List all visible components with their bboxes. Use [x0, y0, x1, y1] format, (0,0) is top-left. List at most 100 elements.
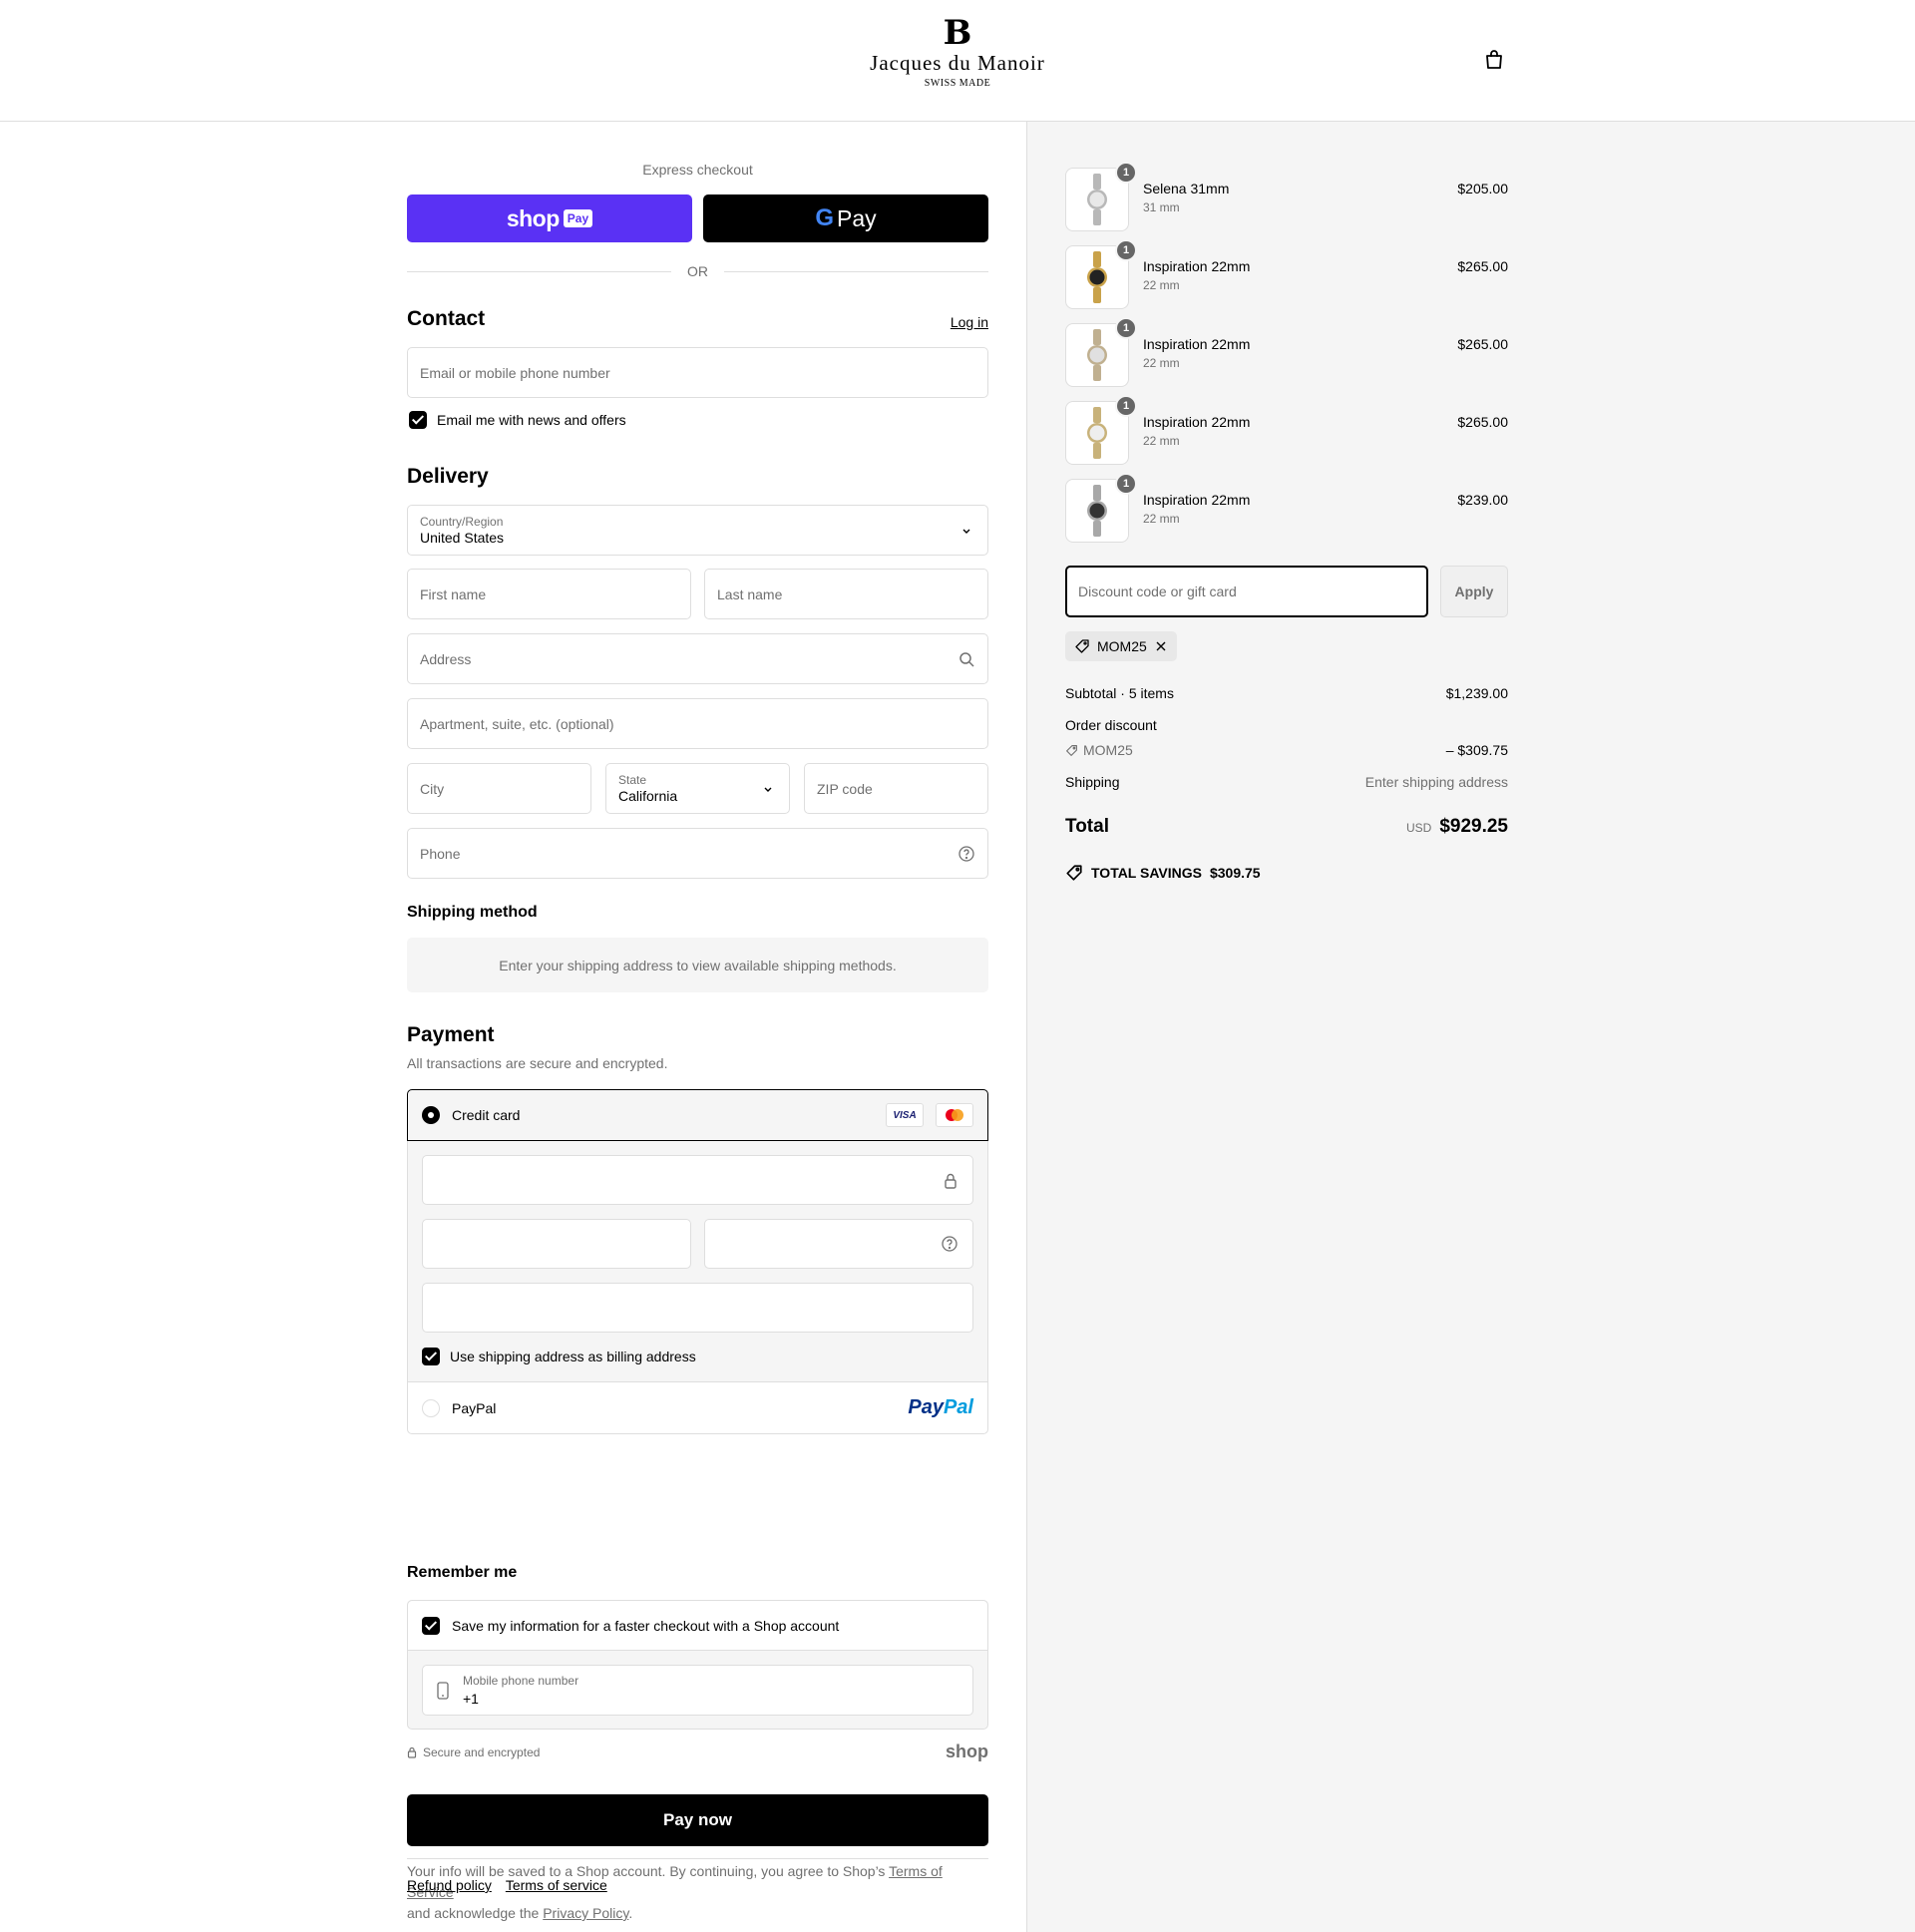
product-name: Inspiration 22mm — [1143, 336, 1251, 352]
paypal-label: PayPal — [452, 1399, 497, 1416]
remember-me-heading: Remember me — [407, 1564, 518, 1581]
watch-icon — [1087, 485, 1107, 537]
product-variant: 22 mm — [1143, 512, 1180, 526]
payment-methods: Credit card VISA Use shipping address as… — [407, 1089, 988, 1434]
google-pay-button[interactable]: G Pay — [703, 194, 988, 242]
watch-icon — [1087, 329, 1107, 381]
footer-divider — [407, 1858, 988, 1859]
country-label: Country/Region — [420, 514, 504, 529]
card-number-field[interactable] — [422, 1155, 973, 1205]
state-label: State — [618, 772, 647, 787]
payment-heading: Payment — [407, 1023, 495, 1046]
close-icon[interactable] — [1154, 639, 1168, 653]
total-label: Total — [1065, 816, 1109, 837]
country-select[interactable]: Country/Region United States — [407, 505, 988, 556]
security-code-field[interactable] — [704, 1219, 973, 1269]
payment-subtitle: All transactions are secure and encrypte… — [407, 1055, 668, 1071]
secure-label: Secure and encrypted — [423, 1745, 541, 1759]
savings-value: $309.75 — [1209, 865, 1261, 881]
apply-discount-button[interactable]: Apply — [1440, 566, 1508, 617]
name-on-card-field[interactable] — [422, 1283, 973, 1333]
login-link[interactable]: Log in — [951, 314, 988, 330]
paypal-option[interactable]: PayPal PayPal — [408, 1382, 987, 1433]
mobile-phone-label: Mobile phone number — [463, 1674, 579, 1688]
credit-card-option[interactable]: Credit card VISA — [407, 1089, 988, 1141]
shopping-bag-icon — [1486, 50, 1502, 69]
paypal-logo-pay: Pay — [908, 1396, 944, 1418]
subtotal-row: Subtotal · 5 items $1,239.00 — [1065, 685, 1508, 701]
apartment-placeholder: Apartment, suite, etc. (optional) — [420, 715, 614, 732]
product-price: $265.00 — [1457, 258, 1508, 274]
express-checkout-label: Express checkout — [642, 162, 753, 178]
order-discount-row: Order discount — [1065, 717, 1508, 733]
shop-pay-button[interactable]: shop Pay — [407, 194, 692, 242]
mobile-phone-field[interactable]: Mobile phone number +1 — [422, 1665, 973, 1716]
product-name: Inspiration 22mm — [1143, 414, 1251, 430]
save-info-option[interactable]: Save my information for a faster checkou… — [408, 1601, 987, 1651]
discount-code-row: MOM25 – $309.75 — [1065, 742, 1508, 758]
pay-now-button[interactable]: Pay now — [407, 1794, 988, 1846]
phone-field[interactable]: Phone — [407, 828, 988, 879]
last-name-field[interactable]: Last name — [704, 569, 988, 619]
billing-same-option[interactable]: Use shipping address as billing address — [422, 1348, 696, 1365]
paypal-radio[interactable] — [422, 1398, 440, 1417]
help-circle-icon[interactable] — [958, 845, 975, 863]
paypal-logo-icon: PayPal — [908, 1396, 973, 1419]
apartment-field[interactable]: Apartment, suite, etc. (optional) — [407, 698, 988, 749]
chevron-down-icon — [962, 529, 970, 534]
last-name-placeholder: Last name — [717, 585, 783, 602]
quantity-badge: 1 — [1115, 473, 1137, 495]
chevron-down-icon — [764, 787, 772, 792]
paypal-logo-pal: Pal — [943, 1396, 973, 1418]
address-field[interactable]: Address — [407, 633, 988, 684]
secure-note: Secure and encrypted shop — [407, 1741, 988, 1761]
discount-code-field[interactable]: Discount code or gift card — [1065, 566, 1428, 617]
mobile-phone-icon — [437, 1682, 449, 1700]
city-placeholder: City — [420, 780, 445, 797]
search-icon — [959, 652, 974, 667]
discount-code-name: MOM25 — [1083, 742, 1133, 758]
billing-same-label: Use shipping address as billing address — [450, 1349, 696, 1364]
help-circle-icon[interactable] — [941, 1235, 958, 1253]
lock-icon — [407, 1746, 417, 1758]
billing-same-checkbox[interactable] — [422, 1348, 440, 1365]
mastercard-icon — [936, 1103, 973, 1127]
total-row: Total USD $929.25 — [1065, 816, 1508, 838]
or-text: OR — [687, 263, 708, 279]
state-select[interactable]: State California — [605, 763, 790, 814]
legal-text-2: and acknowledge the — [407, 1905, 544, 1921]
save-info-checkbox[interactable] — [422, 1616, 440, 1635]
subtotal-value: $1,239.00 — [1445, 685, 1508, 701]
legal-text-3: . — [628, 1905, 633, 1921]
mobile-phone-value: +1 — [463, 1691, 479, 1707]
privacy-policy-link[interactable]: Privacy Policy — [543, 1905, 628, 1921]
refund-policy-link[interactable]: Refund policy — [407, 1877, 492, 1893]
brand-tagline: SWISS MADE — [924, 78, 991, 89]
shop-pay-badge: Pay — [563, 209, 593, 227]
zip-field[interactable]: ZIP code — [804, 763, 988, 814]
terms-of-service-footer-link[interactable]: Terms of service — [506, 1877, 607, 1893]
cart-item: 1 Inspiration 22mm 22 mm $265.00 — [1065, 395, 1508, 465]
savings-label: TOTAL SAVINGS — [1091, 865, 1202, 881]
footer-links: Refund policy Terms of service — [407, 1877, 607, 1893]
product-thumbnail: 1 — [1065, 239, 1137, 309]
first-name-field[interactable]: First name — [407, 569, 691, 619]
news-checkbox[interactable] — [409, 411, 427, 429]
shipping-row: Shipping Enter shipping address — [1065, 774, 1508, 790]
watch-icon — [1087, 251, 1107, 303]
shipping-method-message: Enter your shipping address to view avai… — [407, 938, 988, 992]
shop-pay-word: shop — [506, 204, 560, 231]
credit-card-radio[interactable] — [422, 1106, 440, 1124]
product-name: Inspiration 22mm — [1143, 258, 1251, 274]
product-name: Inspiration 22mm — [1143, 492, 1251, 508]
tag-icon — [1066, 744, 1077, 756]
watch-icon — [1087, 407, 1107, 459]
cart-button[interactable] — [1483, 49, 1507, 73]
brand-logo[interactable]: B Jacques du Manoir SWISS MADE — [870, 16, 1045, 106]
news-opt-in[interactable]: Email me with news and offers — [409, 411, 626, 429]
applied-code-tag: MOM25 — [1065, 631, 1177, 661]
city-field[interactable]: City — [407, 763, 591, 814]
brand-crest: B — [943, 13, 972, 53]
expiration-date-field[interactable] — [422, 1219, 691, 1269]
email-field[interactable]: Email or mobile phone number — [407, 347, 988, 398]
